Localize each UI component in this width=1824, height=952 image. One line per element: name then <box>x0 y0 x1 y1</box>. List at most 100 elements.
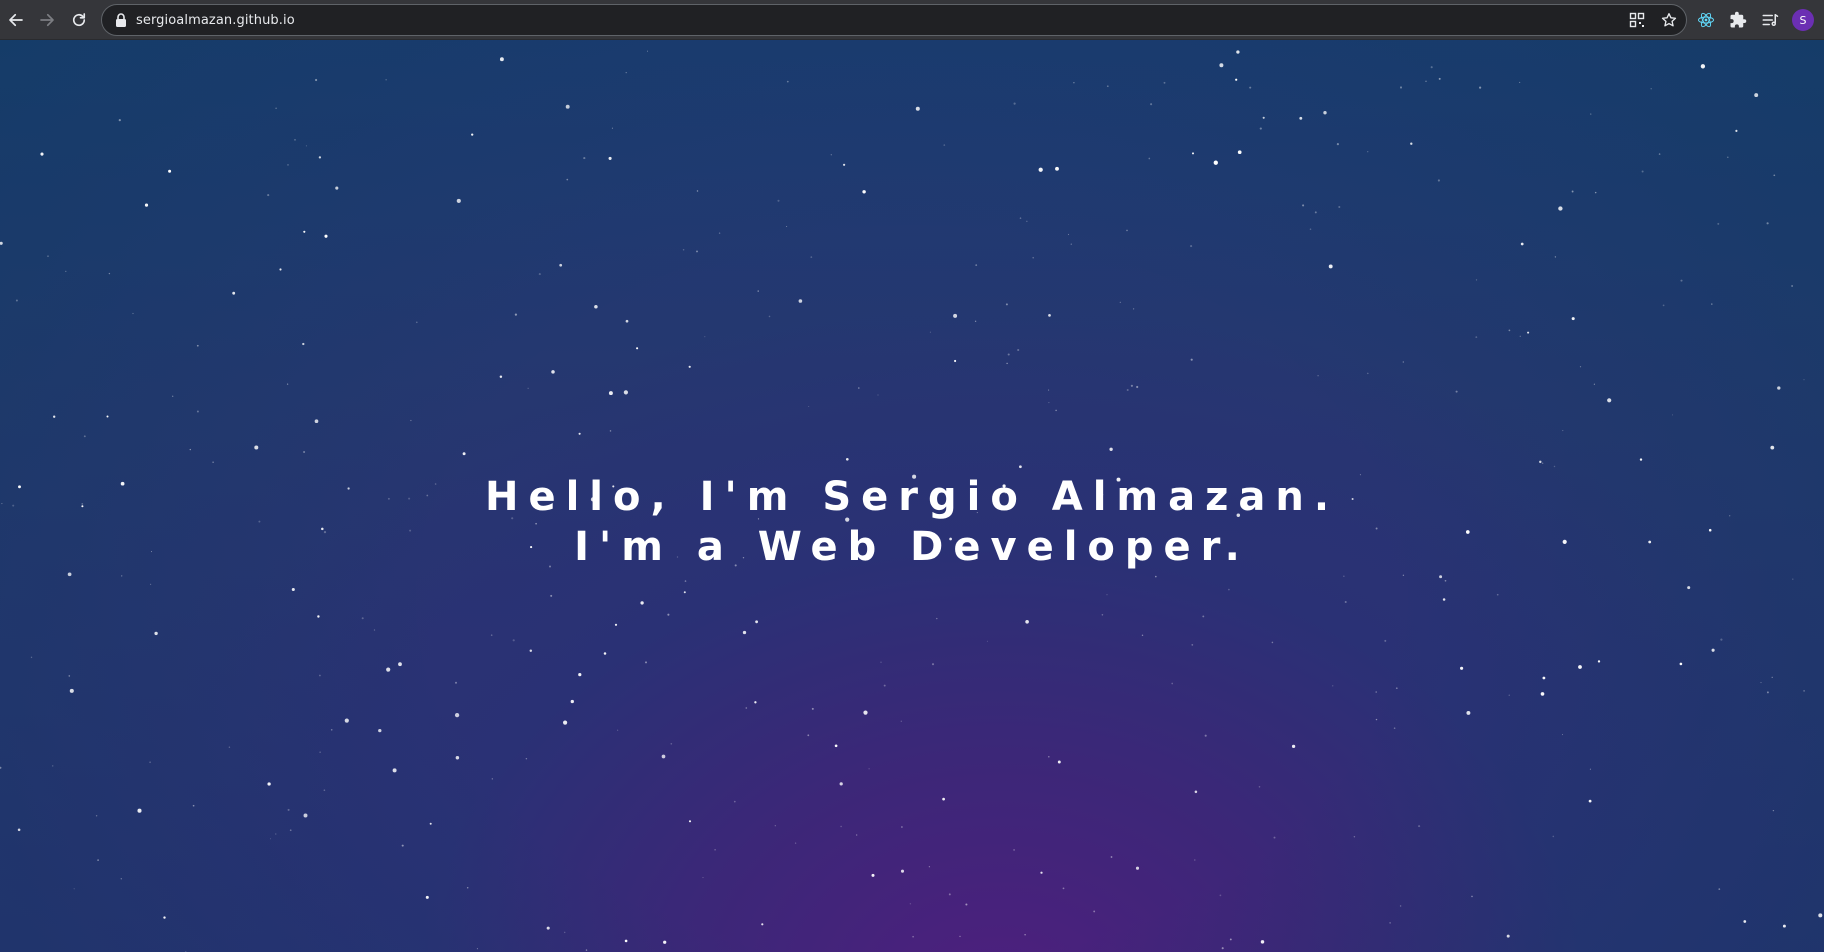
faint-star <box>1561 734 1564 736</box>
star <box>267 782 271 786</box>
star <box>291 587 295 592</box>
url-text[interactable]: sergioalmazan.github.io <box>136 13 295 28</box>
react-devtools-icon[interactable] <box>1696 10 1716 30</box>
faint-star <box>1229 938 1232 941</box>
faint-star <box>1562 430 1564 432</box>
profile-avatar[interactable]: S <box>1792 9 1814 31</box>
star <box>625 319 629 323</box>
star-icon[interactable] <box>1660 11 1678 29</box>
faint-star <box>1571 190 1574 193</box>
star <box>1754 93 1759 98</box>
lock-icon[interactable] <box>114 13 128 27</box>
faint-star <box>1019 217 1022 219</box>
star <box>232 291 236 295</box>
faint-star <box>617 729 619 731</box>
star <box>742 630 747 635</box>
faint-star <box>1048 755 1050 758</box>
faint-star <box>696 190 699 192</box>
faint-star <box>525 757 528 760</box>
star <box>862 190 866 194</box>
faint-star <box>491 778 493 780</box>
faint-star <box>1375 691 1377 693</box>
faint-star <box>868 768 870 770</box>
forward-button[interactable] <box>31 4 63 36</box>
star <box>1558 206 1563 211</box>
reload-icon <box>72 13 86 27</box>
star <box>318 156 322 159</box>
faint-star <box>1766 691 1769 694</box>
faint-star <box>1680 279 1683 282</box>
faint-star <box>1190 245 1193 248</box>
faint-star <box>1508 329 1511 332</box>
faint-star <box>1070 243 1073 245</box>
faint-star <box>1163 81 1166 84</box>
star <box>1679 662 1683 666</box>
star <box>761 923 764 926</box>
star <box>1410 142 1413 145</box>
faint-star <box>714 848 716 851</box>
faint-star <box>975 264 978 266</box>
faint-star <box>1594 191 1597 194</box>
star <box>754 701 757 704</box>
faint-star <box>1479 86 1482 89</box>
qr-code-icon[interactable] <box>1628 11 1646 29</box>
faint-star <box>794 842 797 844</box>
faint-star <box>269 838 272 840</box>
star <box>1687 586 1691 590</box>
star <box>1262 116 1265 119</box>
faint-star <box>611 127 613 129</box>
star <box>344 718 349 723</box>
faint-star <box>880 661 882 663</box>
star <box>1048 314 1051 317</box>
star <box>1777 386 1781 390</box>
reload-button[interactable] <box>63 4 95 36</box>
star <box>69 688 74 693</box>
faint-star <box>1367 372 1369 375</box>
hero-line-greeting: Hello, I'm Sergio Almazan. <box>484 474 1340 520</box>
star <box>915 106 920 111</box>
faint-star <box>1191 644 1194 646</box>
faint-star <box>1204 734 1207 737</box>
puzzle-icon[interactable] <box>1728 10 1748 30</box>
faint-star <box>30 656 33 659</box>
faint-star <box>68 675 71 677</box>
faint-star <box>15 299 18 302</box>
faint-star <box>196 410 199 413</box>
faint-star <box>1553 465 1556 468</box>
faint-star <box>786 80 789 83</box>
faint-star <box>1110 856 1113 858</box>
arrow-right-icon <box>40 13 54 27</box>
star <box>608 156 612 160</box>
faint-star <box>1062 887 1065 890</box>
faint-star <box>1766 222 1769 225</box>
faint-star <box>192 804 195 807</box>
faint-star <box>1148 157 1151 160</box>
faint-star <box>757 290 759 292</box>
faint-star <box>51 765 54 767</box>
faint-star <box>1389 922 1391 924</box>
star <box>499 375 503 378</box>
star <box>386 667 391 672</box>
star <box>1439 575 1443 579</box>
star <box>683 591 686 594</box>
faint-star <box>1017 348 1020 352</box>
faint-star <box>877 394 879 396</box>
faint-star <box>1444 579 1447 582</box>
faint-star <box>1395 687 1398 690</box>
back-button[interactable] <box>0 4 32 36</box>
faint-star <box>1273 836 1276 839</box>
star <box>842 163 846 166</box>
faint-star <box>1344 600 1347 604</box>
reading-list-icon[interactable] <box>1760 10 1780 30</box>
faint-star <box>901 826 903 828</box>
faint-star <box>287 164 289 166</box>
faint-star <box>1590 113 1592 115</box>
faint-star <box>294 139 296 141</box>
faint-star <box>1402 574 1405 576</box>
faint-star <box>527 387 529 389</box>
star <box>137 808 142 813</box>
faint-star <box>625 71 627 74</box>
address-bar[interactable]: sergioalmazan.github.io <box>101 4 1687 36</box>
faint-star <box>682 249 685 251</box>
star <box>834 744 838 748</box>
